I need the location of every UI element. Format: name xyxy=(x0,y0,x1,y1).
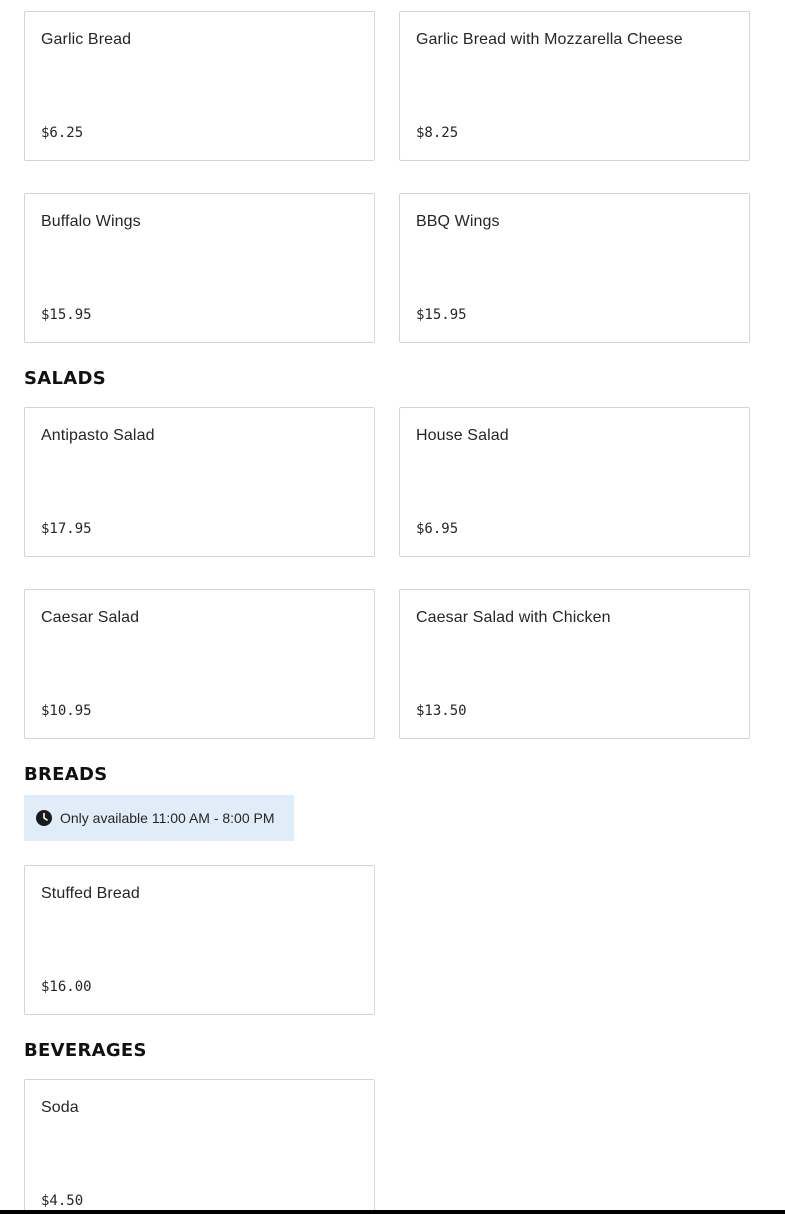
menu-item-price: $15.95 xyxy=(41,307,92,323)
clock-icon xyxy=(36,810,52,826)
menu-item-card[interactable]: Garlic Bread with Mozzarella Cheese $8.2… xyxy=(399,11,750,161)
menu-item-name: Garlic Bread with Mozzarella Cheese xyxy=(416,31,683,48)
menu-item-price: $16.00 xyxy=(41,979,92,995)
menu-item-price: $17.95 xyxy=(41,521,92,537)
menu-item-price: $8.25 xyxy=(416,125,459,141)
menu-item-name: Stuffed Bread xyxy=(41,885,140,902)
section-title-beverages: BEVERAGES xyxy=(24,1040,147,1061)
menu-item-name: Caesar Salad with Chicken xyxy=(416,609,611,626)
menu-item-price: $4.50 xyxy=(41,1193,84,1209)
bottom-bar xyxy=(0,1210,785,1214)
menu-item-card[interactable]: Caesar Salad $10.95 xyxy=(24,589,375,739)
menu-item-price: $6.95 xyxy=(416,521,459,537)
menu-item-name: Garlic Bread xyxy=(41,31,132,48)
menu-item-name: Caesar Salad xyxy=(41,609,140,626)
menu-item-card[interactable]: Buffalo Wings $15.95 xyxy=(24,193,375,343)
menu-item-card[interactable]: BBQ Wings $15.95 xyxy=(399,193,750,343)
menu-item-name: House Salad xyxy=(416,427,509,444)
menu-item-price: $10.95 xyxy=(41,703,92,719)
menu-item-card[interactable]: Stuffed Bread $16.00 xyxy=(24,865,375,1015)
menu-item-price: $15.95 xyxy=(416,307,467,323)
menu-item-price: $6.25 xyxy=(41,125,84,141)
menu-item-card[interactable]: House Salad $6.95 xyxy=(399,407,750,557)
section-title-salads: SALADS xyxy=(24,368,107,389)
menu-item-name: Buffalo Wings xyxy=(41,213,141,230)
menu-item-name: Soda xyxy=(41,1099,79,1116)
menu-item-card[interactable]: Caesar Salad with Chicken $13.50 xyxy=(399,589,750,739)
menu-item-name: BBQ Wings xyxy=(416,213,500,230)
section-title-breads: BREADS xyxy=(24,764,108,785)
menu-item-name: Antipasto Salad xyxy=(41,427,155,444)
menu-item-card[interactable]: Antipasto Salad $17.95 xyxy=(24,407,375,557)
availability-text: Only available 11:00 AM - 8:00 PM xyxy=(60,810,275,826)
menu-item-card[interactable]: Soda $4.50 xyxy=(24,1079,375,1214)
availability-notice: Only available 11:00 AM - 8:00 PM xyxy=(24,795,294,841)
menu-item-card[interactable]: Garlic Bread $6.25 xyxy=(24,11,375,161)
menu-item-price: $13.50 xyxy=(416,703,467,719)
menu-page: Garlic Bread $6.25 Garlic Bread with Moz… xyxy=(0,0,785,1214)
